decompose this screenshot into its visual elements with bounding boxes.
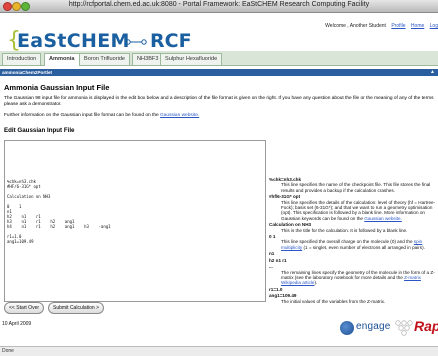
more-info-prefix: Further information on the Gaussian inpu… <box>4 113 160 118</box>
logo-connector-icon <box>125 39 147 45</box>
profile-link[interactable]: Profile <box>391 23 405 29</box>
logout-link[interactable]: Log <box>430 23 438 29</box>
editor-content[interactable]: %chk=nh3.chk #HF/6-31G* opt Calculation … <box>7 179 111 244</box>
more-info-text: Further information on the Gaussian inpu… <box>4 113 438 119</box>
intro-text: The Gaussian 98 input file for ammonia i… <box>4 96 434 107</box>
desc-text-ang1: The initial values of the variables from… <box>281 298 386 304</box>
desc-text-title: This is the title for the calculation. I… <box>281 227 408 233</box>
tab-introduction[interactable]: Introduction <box>2 53 42 65</box>
tab-nh3bf3[interactable]: NH3BF3 <box>132 53 164 65</box>
user-bar: Welcome , Another Student Profile Home L… <box>325 23 438 29</box>
rapid-dots-icon <box>395 320 413 336</box>
start-over-button[interactable]: << Start Over <box>4 302 45 314</box>
portal-tabs: Introduction Ammonia Boron Trifluoride N… <box>0 51 438 66</box>
engage-logo-text: engage <box>356 321 391 332</box>
home-link[interactable]: Home <box>411 23 424 29</box>
title-bar: http://rcfportal.chem.ed.ac.uk:8080 - Po… <box>0 0 438 13</box>
tab-ammonia[interactable]: Ammonia <box>44 53 80 66</box>
desc-key-n1: n1 <box>269 251 275 257</box>
tab-boron-trifluoride[interactable]: Boron Trifluoride <box>79 53 131 65</box>
gaussian-keywords-link[interactable]: Gaussian website. <box>364 216 402 221</box>
logo-eastchem-text: EaStCHEM <box>17 30 130 52</box>
rapid-logo-text: Rapi <box>414 318 438 334</box>
desc-key-h2: h2 n1 r1 <box>269 257 287 263</box>
portlet-title: ammoniaChem2Portlet <box>2 70 53 75</box>
status-text: Done <box>2 348 14 354</box>
gaussian-website-link[interactable]: Gaussian website. <box>160 113 199 118</box>
browser-window: http://rcfportal.chem.ed.ac.uk:8080 - Po… <box>0 0 438 356</box>
file-format-description: %chk=nh3.chk This line specifies the nam… <box>269 176 438 304</box>
desc-text-charge-body: This line specified the overall charge o… <box>281 239 414 245</box>
logo-rcf-text: RCF <box>150 30 192 52</box>
page-date: 10 April 2009 <box>2 321 32 327</box>
window-title: http://rcfportal.chem.ed.ac.uk:8080 - Po… <box>68 1 370 8</box>
desc-text-zmatrix-after: ). <box>314 280 318 286</box>
section-title: Edit Gaussian Input File <box>4 127 75 134</box>
engage-logo: engage <box>340 318 390 338</box>
desc-key-r1: r1=1.0 <box>269 286 283 292</box>
desc-text-charge-after: (1 = singlet, even number of electrons a… <box>302 244 425 250</box>
portlet-header: ammoniaChem2Portlet ▲ <box>0 69 438 76</box>
submit-calculation-button[interactable]: Submit Calculation > <box>48 302 104 314</box>
page-title: Ammonia Gaussian Input File <box>4 83 110 92</box>
tab-sulphur-hexafluoride[interactable]: Sulphur Hexafluoride <box>160 53 223 65</box>
desc-text-charge: This line specified the overall charge o… <box>269 239 438 250</box>
rapid-logo: Rapi <box>395 318 438 338</box>
desc-text-chk: This line specifies the name of the chec… <box>281 182 431 193</box>
engage-globe-icon <box>340 321 354 335</box>
site-banner: { EaStCHEM RCF Welcome , Another Student… <box>0 13 438 52</box>
desc-text-zmatrix: The remaining lines specify the geometry… <box>269 270 438 286</box>
welcome-text: Welcome , Another Student <box>325 23 386 29</box>
desc-text-route-body: This line specifies the details of the c… <box>281 199 436 221</box>
gaussian-input-editor[interactable]: %chk=nh3.chk #HF/6-31G* opt Calculation … <box>4 140 266 302</box>
collapse-portlet-icon[interactable]: ▲ <box>430 69 435 76</box>
desc-text-route: This line specifies the details of the c… <box>269 200 438 222</box>
